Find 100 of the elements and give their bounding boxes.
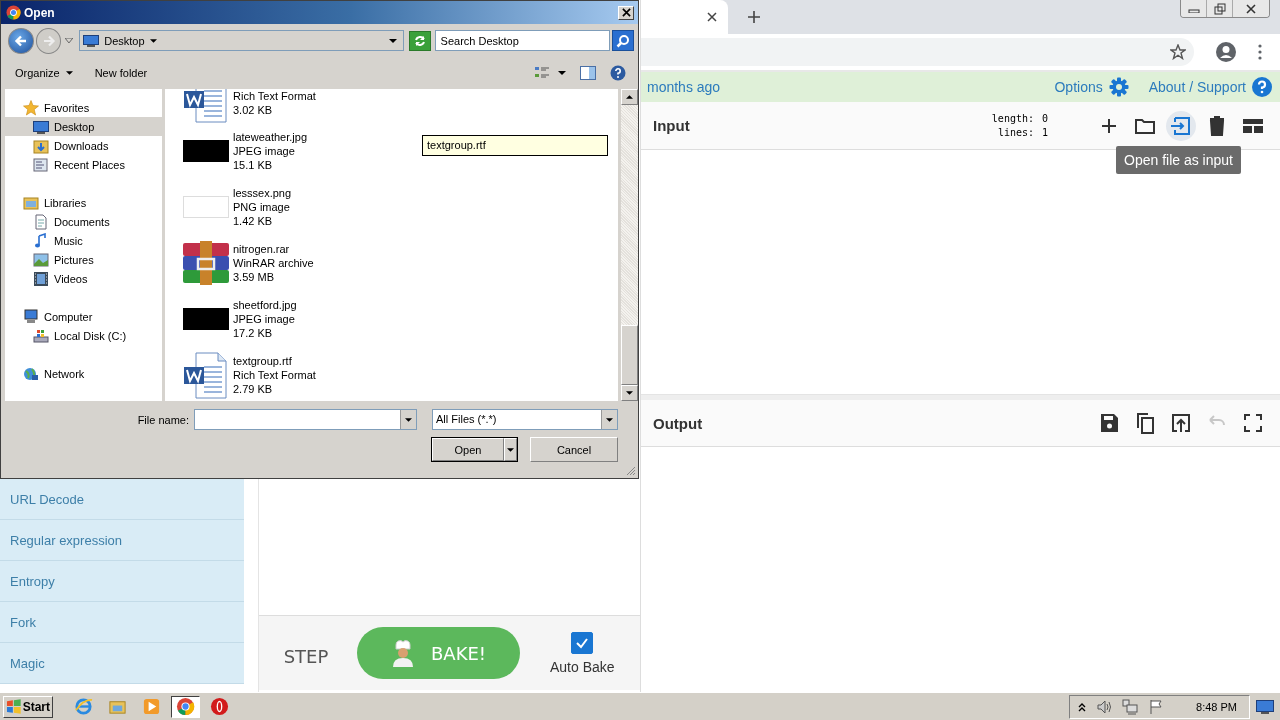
nav-item[interactable]: Desktop (5, 117, 162, 136)
file-type: Rich Text Format (233, 89, 316, 103)
caret-up-icon (626, 95, 633, 99)
stat-value: 0 (1042, 111, 1050, 126)
nav-item[interactable]: Libraries (5, 193, 162, 212)
image-thumbnail (183, 140, 229, 162)
preview-pane-icon[interactable] (580, 66, 596, 80)
search-button[interactable] (612, 30, 634, 51)
chef-icon (390, 639, 415, 667)
nav-item[interactable]: Favorites (5, 98, 162, 117)
nav-item[interactable]: Downloads (5, 136, 162, 155)
restore-icon (1213, 2, 1226, 15)
nav-item[interactable]: Pictures (5, 250, 162, 269)
nav-item[interactable]: Network (5, 364, 162, 383)
scroll-up-button[interactable] (621, 89, 638, 105)
operation-item[interactable]: Magic (0, 643, 244, 684)
operation-item[interactable]: Regular expression (0, 520, 244, 561)
update-notice: months ago (647, 79, 721, 95)
nav-item[interactable]: Recent Places (5, 155, 162, 174)
file-item[interactable]: Rich Text Format 3.02 KB (182, 89, 316, 123)
nav-item[interactable]: Videos (5, 269, 162, 288)
caret-down-icon (507, 447, 514, 452)
star-icon[interactable] (1170, 44, 1186, 60)
nav-item[interactable]: Computer (5, 307, 162, 326)
file-name: textgroup.rtf (233, 354, 293, 368)
cancel-button[interactable]: Cancel (530, 437, 618, 462)
stat-label: lines: (997, 125, 1034, 140)
scroll-down-button[interactable] (621, 385, 638, 401)
auto-bake-checkbox[interactable] (571, 631, 594, 654)
new-folder-button[interactable]: New folder (90, 67, 152, 79)
file-size: 2.79 KB (233, 382, 274, 396)
start-button[interactable]: Start (3, 695, 53, 718)
resize-grip-icon[interactable] (626, 466, 636, 476)
speaker-icon[interactable] (1096, 698, 1113, 715)
close-icon[interactable] (707, 12, 717, 22)
profile-icon[interactable] (1216, 42, 1236, 62)
nav-item[interactable]: Music (5, 231, 162, 250)
monitor-icon[interactable] (1256, 699, 1274, 714)
gear-icon[interactable] (1108, 77, 1129, 97)
open-button[interactable]: Open (432, 438, 504, 461)
file-item[interactable]: sheetford.jpg JPEG image 17.2 KB (182, 291, 297, 347)
options-link[interactable]: Options (1054, 79, 1103, 95)
resize-handle[interactable] (641, 394, 1280, 400)
file-type: JPEG image (233, 144, 296, 158)
file-name: lesssex.png (233, 186, 292, 200)
network-icon[interactable] (1122, 698, 1139, 715)
operation-item[interactable]: URL Decode (0, 479, 244, 520)
caret-down-icon (626, 391, 633, 395)
close-button[interactable] (1233, 0, 1269, 17)
about-link[interactable]: About / Support (1148, 79, 1246, 95)
file-name-label: File name: (137, 413, 189, 426)
organize-menu[interactable]: Organize (11, 67, 77, 79)
file-item[interactable]: textgroup.rtf Rich Text Format 2.79 KB (182, 347, 316, 401)
tooltip: textgroup.rtf (422, 135, 608, 156)
operation-item[interactable]: Fork (0, 602, 244, 643)
monitor-icon (83, 34, 100, 47)
file-type: PNG image (233, 200, 291, 214)
arrow-left-icon (13, 33, 28, 48)
logo-icon (6, 698, 22, 715)
search-field[interactable]: Search Desktop (434, 30, 611, 51)
plus-icon[interactable] (748, 11, 760, 23)
file-name: lateweather.jpg (233, 130, 307, 144)
document-icon (33, 213, 49, 230)
restore-button[interactable] (1207, 0, 1233, 17)
flag-icon[interactable] (1148, 698, 1165, 715)
file-item[interactable]: lesssex.png PNG image 1.42 KB (182, 179, 292, 235)
caret-icon[interactable] (558, 71, 566, 75)
help-icon[interactable] (610, 65, 626, 81)
file-type-dropdown[interactable]: All Files (*.*) (432, 409, 618, 430)
stat-label: length: (991, 111, 1034, 126)
file-item[interactable]: nitrogen.rar WinRAR archive 3.59 MB (182, 235, 314, 291)
file-item[interactable]: lateweather.jpg JPEG image 15.1 KB (182, 123, 307, 179)
chevron-up-icon[interactable] (1078, 701, 1087, 712)
play-icon (142, 697, 161, 716)
open-options-button[interactable] (504, 438, 517, 461)
view-options-icon[interactable] (534, 66, 550, 80)
taskbar-button[interactable] (171, 695, 200, 718)
help-icon[interactable] (1252, 77, 1272, 97)
refresh-button[interactable] (408, 30, 431, 51)
scrollbar-thumb[interactable] (621, 325, 638, 385)
operation-item[interactable]: Entropy (0, 561, 244, 602)
nav-item[interactable]: Local Disk (C:) (5, 326, 162, 345)
file-size: 15.1 KB (233, 158, 274, 172)
close-button[interactable] (618, 5, 634, 20)
forward-button[interactable] (35, 27, 62, 54)
caret-icon (388, 38, 397, 43)
image-thumbnail (183, 308, 229, 330)
step-button[interactable]: STEP (283, 639, 329, 667)
file-name: nitrogen.rar (233, 242, 291, 256)
nav-item[interactable]: Documents (5, 212, 162, 231)
more-menu-icon[interactable] (1258, 44, 1262, 60)
caret-icon (149, 38, 157, 43)
minimize-button[interactable] (1181, 0, 1207, 17)
output-title: Output (653, 414, 703, 432)
address-bar[interactable]: Desktop (79, 30, 404, 51)
archive-icon (182, 241, 230, 285)
close-icon (621, 8, 631, 17)
film-icon (33, 270, 49, 287)
back-button[interactable] (8, 27, 34, 54)
open-file-icon[interactable] (1166, 110, 1196, 141)
